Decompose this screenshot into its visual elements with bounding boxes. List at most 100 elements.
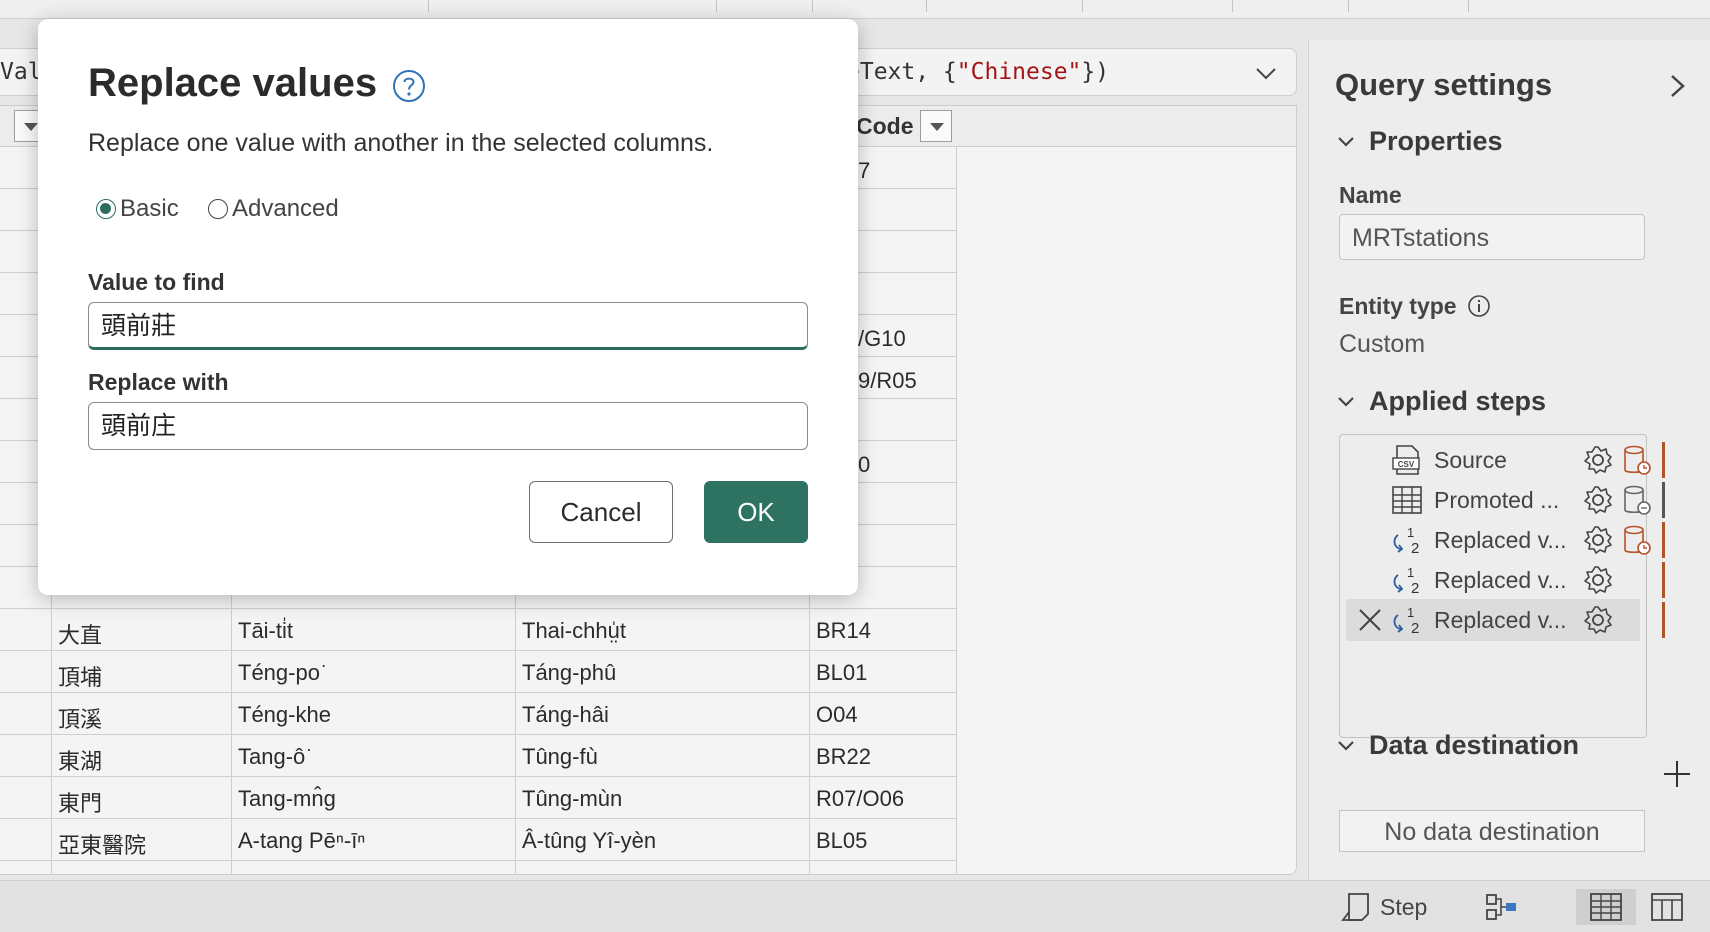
radio-basic[interactable]: Basic — [96, 195, 179, 223]
column-header-code[interactable]: Code — [856, 106, 914, 146]
svg-text:2: 2 — [1411, 620, 1419, 637]
properties-section-header[interactable]: Properties — [1335, 126, 1503, 157]
section-label: Data destination — [1369, 730, 1580, 760]
dialog-description: Replace one value with another in the se… — [88, 129, 714, 157]
table-cell: Â-tûng Yî-yèn — [522, 828, 657, 853]
info-icon[interactable] — [1467, 294, 1491, 318]
table-cell: Tûng-fù — [522, 744, 598, 769]
schema-view-button[interactable] — [1650, 889, 1684, 925]
formula-code: }) — [1081, 59, 1110, 85]
chevron-down-icon — [1338, 396, 1354, 407]
ribbon-divider — [716, 0, 717, 12]
grid-line — [0, 776, 956, 777]
table-cell: Thai-chhṳ̍t — [522, 618, 626, 643]
entity-type-label: Entity type — [1339, 293, 1457, 319]
step-status-bar — [1662, 442, 1665, 478]
chevron-right-icon[interactable] — [1667, 72, 1689, 100]
table-cell: Tang-mn̂g — [238, 786, 336, 811]
table-cell: 頂溪 — [58, 707, 103, 732]
step-item[interactable]: 12 Replaced v... — [1340, 519, 1665, 561]
database-query-icon[interactable] — [1622, 524, 1652, 556]
replace-with-label: Replace with — [88, 369, 229, 395]
radio-label: Advanced — [232, 195, 339, 222]
table-cell: BR22 — [816, 744, 872, 769]
svg-text:2: 2 — [1411, 580, 1419, 597]
replace-with-input[interactable]: 頭前庄 — [88, 402, 808, 450]
replace-values-icon: 12 — [1393, 605, 1419, 637]
step-label: Step — [1380, 893, 1428, 920]
dialog-title: Replace values — [88, 61, 378, 105]
step-item[interactable]: Promoted ... — [1340, 479, 1665, 521]
step-icon — [1341, 893, 1369, 921]
table-cell: 頂埔 — [58, 665, 103, 690]
ok-button[interactable]: OK — [704, 481, 808, 543]
database-query-icon[interactable] — [1622, 444, 1652, 476]
value-to-find-label: Value to find — [88, 269, 225, 295]
table-cell: Táng-hâi — [522, 702, 609, 727]
svg-text:2: 2 — [1411, 540, 1419, 557]
svg-text:1: 1 — [1407, 525, 1414, 540]
add-destination-icon[interactable] — [1661, 758, 1693, 790]
name-label: Name — [1339, 182, 1402, 208]
help-icon[interactable] — [392, 69, 426, 103]
gear-icon[interactable] — [1582, 444, 1614, 476]
table-cell: O04 — [816, 702, 858, 727]
grid-line — [0, 860, 956, 861]
gear-icon[interactable] — [1582, 524, 1614, 556]
table-cell: 東門 — [58, 791, 103, 816]
step-status-bar — [1662, 602, 1665, 638]
applied-steps-section-header[interactable]: Applied steps — [1335, 386, 1546, 417]
ribbon-divider — [812, 0, 813, 12]
query-settings-pane: Query settings Properties Name MRTstatio… — [1308, 40, 1710, 882]
formula-string: "Chinese" — [956, 59, 1082, 85]
database-query-icon[interactable] — [1622, 484, 1652, 516]
column-filter-dropdown[interactable] — [920, 110, 952, 142]
table-cell: Téng-po͘ — [238, 660, 320, 685]
diagram-view-button[interactable] — [1484, 889, 1520, 925]
ribbon-divider — [1468, 0, 1469, 12]
step-item-selected[interactable]: 12 Replaced v... — [1346, 599, 1665, 641]
table-cell: Táng-phû — [522, 660, 617, 685]
table-cell: Tûng-mùn — [522, 786, 623, 811]
ribbon-divider — [1082, 0, 1083, 12]
gear-icon[interactable] — [1582, 564, 1614, 596]
data-destination-section-header[interactable]: Data destination — [1335, 730, 1579, 761]
step-name: Promoted ... — [1434, 487, 1560, 513]
query-name-input[interactable]: MRTstations — [1339, 214, 1645, 260]
table-cell: A-tang Pēⁿ-īⁿ — [238, 828, 366, 853]
ribbon-strip — [0, 0, 1710, 19]
data-destination-box[interactable]: No data destination — [1339, 810, 1645, 852]
table-icon — [1392, 486, 1422, 514]
step-view-button[interactable]: Step — [1340, 889, 1427, 925]
table-cell: BL05 — [816, 828, 868, 853]
step-status-bar — [1662, 522, 1665, 558]
power-query-editor: Val eText, {"Chinese"}) Code 7 /G10 9/R0… — [0, 0, 1710, 932]
section-label: Applied steps — [1369, 386, 1547, 416]
radio-selected-icon — [96, 199, 116, 219]
gear-icon[interactable] — [1582, 604, 1614, 636]
delete-step-icon[interactable] — [1356, 606, 1384, 634]
table-cell: 9/R05 — [858, 368, 917, 393]
section-label: Properties — [1369, 126, 1503, 156]
step-item[interactable]: 12 Replaced v... — [1340, 559, 1665, 601]
radio-advanced[interactable]: Advanced — [208, 195, 339, 223]
table-cell: /G10 — [858, 326, 906, 351]
grid-line — [0, 608, 956, 609]
value-to-find-input[interactable]: 頭前莊 — [88, 302, 808, 350]
chevron-down-icon[interactable] — [1254, 61, 1278, 85]
step-name: Replaced v... — [1434, 607, 1567, 633]
ribbon-divider — [1232, 0, 1233, 12]
formula-text-right: eText, {"Chinese"}) — [846, 59, 1109, 85]
gear-icon[interactable] — [1582, 484, 1614, 516]
step-name: Replaced v... — [1434, 527, 1567, 553]
cancel-button[interactable]: Cancel — [529, 481, 673, 543]
svg-text:CSV: CSV — [1398, 460, 1415, 469]
table-cell: 東湖 — [58, 749, 103, 774]
applied-steps-list: CSV Source Promoted ... 12 Replaced v... — [1339, 434, 1665, 738]
formula-text-left: Val — [0, 59, 42, 85]
table-view-icon — [1590, 893, 1622, 921]
table-view-button[interactable] — [1576, 889, 1636, 925]
step-item[interactable]: CSV Source — [1340, 439, 1665, 481]
table-cell: BR14 — [816, 618, 872, 643]
svg-text:1: 1 — [1407, 565, 1414, 580]
